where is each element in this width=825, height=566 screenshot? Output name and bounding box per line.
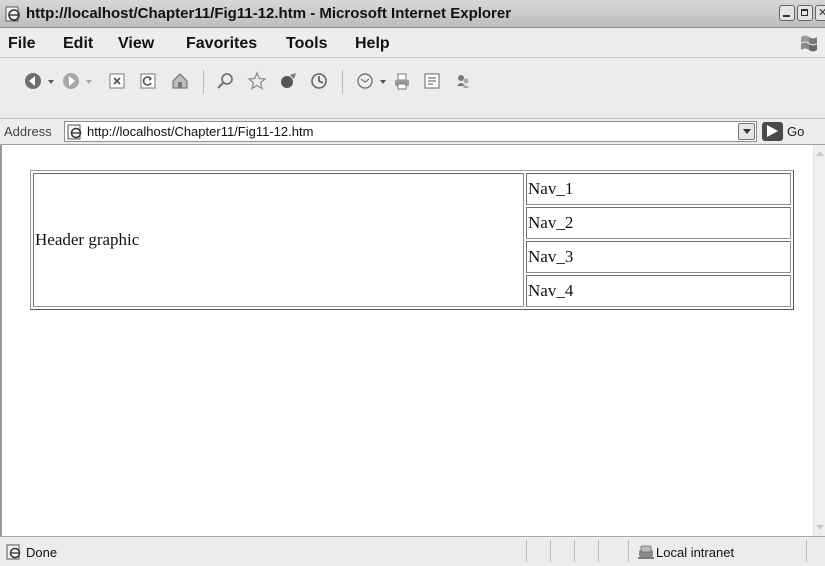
forward-icon[interactable] <box>60 70 82 92</box>
status-text: Done <box>26 545 58 560</box>
menu-edit[interactable]: Edit <box>63 35 93 53</box>
refresh-icon[interactable] <box>137 70 159 92</box>
menu-favorites[interactable]: Favorites <box>186 35 257 53</box>
status-divider <box>574 540 575 562</box>
local-intranet-icon <box>638 545 654 559</box>
forward-dropdown[interactable] <box>86 80 92 84</box>
address-dropdown-button[interactable] <box>738 123 755 140</box>
mail-icon[interactable] <box>354 70 376 92</box>
stop-icon[interactable] <box>106 70 128 92</box>
print-icon[interactable] <box>391 70 413 92</box>
maximize-button[interactable] <box>797 5 813 21</box>
back-dropdown[interactable] <box>48 80 54 84</box>
mail-dropdown[interactable] <box>380 80 386 84</box>
vertical-scrollbar[interactable] <box>813 145 825 536</box>
address-label: Address <box>4 124 52 139</box>
nav-cell-2: Nav_2 <box>526 207 791 239</box>
page-done-icon <box>6 544 21 560</box>
toolbar-separator <box>203 70 204 94</box>
home-icon[interactable] <box>169 70 191 92</box>
nav-cell-3: Nav_3 <box>526 241 791 273</box>
go-label: Go <box>787 124 805 139</box>
address-input[interactable]: http://localhost/Chapter11/Fig11-12.htm <box>64 121 757 142</box>
ie-page-icon <box>5 6 20 22</box>
menu-file[interactable]: File <box>8 35 36 53</box>
windows-logo-icon <box>801 35 817 52</box>
menu-view[interactable]: View <box>118 35 154 53</box>
scroll-down-arrow-icon[interactable] <box>816 525 824 530</box>
window-title: http://localhost/Chapter11/Fig11-12.htm … <box>26 5 512 22</box>
messenger-icon[interactable] <box>452 70 474 92</box>
media-icon[interactable] <box>277 70 299 92</box>
table-row: Header graphic Nav_1 <box>33 173 791 307</box>
status-bar: Done Local intranet <box>0 536 825 566</box>
status-divider <box>550 540 551 562</box>
layout-table: Header graphic Nav_1 Nav_2 Nav_3 Nav_4 <box>30 170 794 310</box>
status-divider <box>526 540 527 562</box>
address-url: http://localhost/Chapter11/Fig11-12.htm <box>87 124 314 139</box>
history-icon[interactable] <box>308 70 330 92</box>
toolbar-separator <box>342 70 343 94</box>
minimize-button[interactable] <box>779 5 795 21</box>
status-divider <box>598 540 599 562</box>
header-cell: Header graphic <box>33 173 524 307</box>
address-bar: Address http://localhost/Chapter11/Fig11… <box>0 119 825 145</box>
edit-icon[interactable] <box>421 70 443 92</box>
search-icon[interactable] <box>214 70 236 92</box>
title-bar[interactable]: http://localhost/Chapter11/Fig11-12.htm … <box>0 0 825 28</box>
page-icon <box>67 124 82 140</box>
page-content: Header graphic Nav_1 Nav_2 Nav_3 Nav_4 <box>0 145 813 536</box>
go-arrow-icon <box>762 122 783 141</box>
back-icon[interactable] <box>22 70 44 92</box>
nav-cell-1: Nav_1 <box>526 173 791 205</box>
status-divider <box>806 540 807 562</box>
menu-help[interactable]: Help <box>355 35 390 53</box>
menu-tools[interactable]: Tools <box>286 35 327 53</box>
menu-bar: File Edit View Favorites Tools Help <box>0 28 825 58</box>
security-zone-text: Local intranet <box>656 545 735 560</box>
scroll-up-arrow-icon[interactable] <box>816 151 824 156</box>
status-divider <box>628 540 629 562</box>
go-button[interactable]: Go <box>762 121 804 142</box>
standard-toolbar <box>0 58 825 119</box>
nav-cell-4: Nav_4 <box>526 275 791 307</box>
close-button[interactable] <box>815 5 825 21</box>
favorites-star-icon[interactable] <box>246 70 268 92</box>
browser-window: http://localhost/Chapter11/Fig11-12.htm … <box>0 0 825 566</box>
